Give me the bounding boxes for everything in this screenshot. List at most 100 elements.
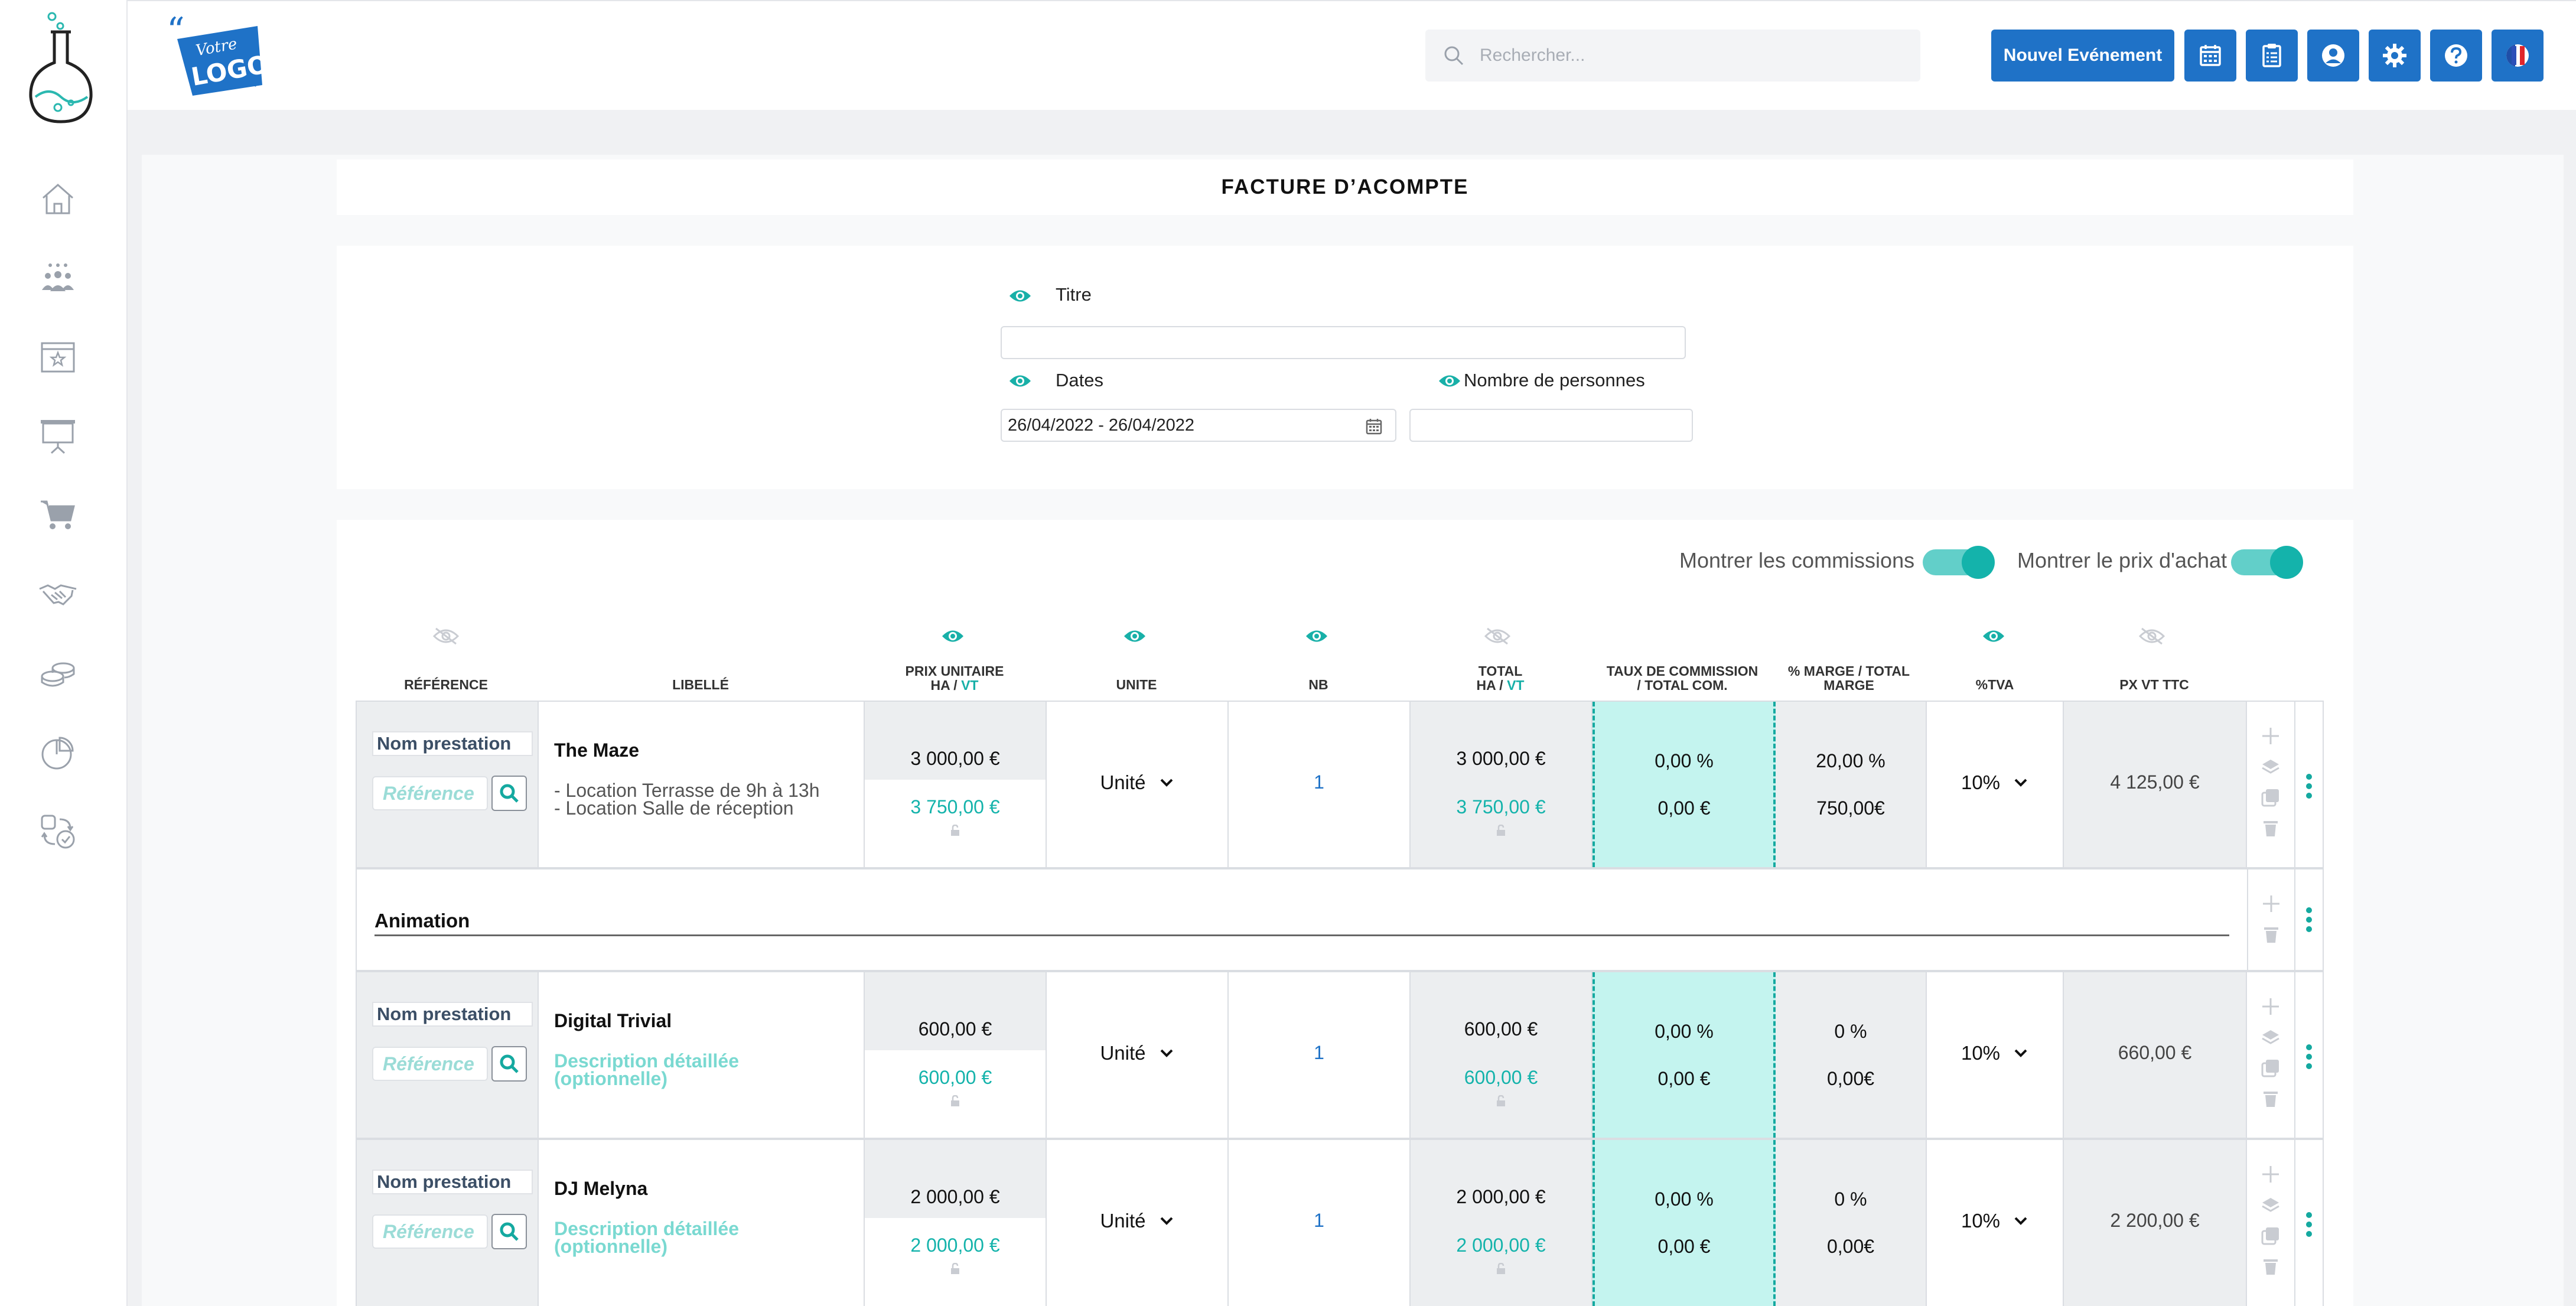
reference-input[interactable]: Référence [372,1047,488,1081]
brand-logo[interactable]: Votre LOGO “ ” [169,15,269,98]
lock-open-icon[interactable] [1495,1263,1507,1275]
eye-off-icon[interactable] [432,626,460,646]
nb-cell[interactable]: 1 [1229,972,1411,1138]
eye-icon[interactable] [1008,287,1032,305]
reference-search-button[interactable] [491,1046,527,1082]
nb-value[interactable]: 1 [1229,1210,1409,1232]
plus-icon[interactable] [2260,1164,2281,1185]
nb-cell[interactable]: 1 [1229,702,1411,867]
purchase-price-toggle[interactable] [2231,546,2303,579]
row-menu-cell[interactable] [2295,702,2324,867]
sidebar-item-finance[interactable] [34,650,82,697]
trash-icon[interactable] [2260,1256,2281,1277]
nb-value[interactable]: 1 [1229,1042,1409,1064]
section-menu-cell[interactable] [2295,869,2324,970]
section-title[interactable]: Animation [374,910,470,932]
nb-value[interactable]: 1 [1229,771,1409,793]
commission-cell[interactable]: 0,00 % 0,00 € [1593,1140,1776,1306]
layers-icon[interactable] [2260,756,2281,777]
sidebar-item-home[interactable] [34,175,82,222]
unite-cell[interactable]: Unité [1047,1140,1229,1306]
prix-unitaire-cell[interactable]: 3 000,00 € 3 750,00 € [865,702,1047,867]
flask-logo-icon[interactable] [22,8,99,126]
sidebar-item-shop[interactable] [34,491,82,539]
nom-prestation-field[interactable]: Nom prestation [372,1170,533,1194]
sidebar-item-team[interactable] [34,254,82,301]
sidebar-item-presentation[interactable] [34,412,82,460]
reference-input[interactable]: Référence [372,776,488,810]
search-bar[interactable] [1425,30,1920,82]
trash-icon[interactable] [2260,1088,2281,1109]
help-button[interactable] [2430,30,2482,82]
prix-unitaire-cell[interactable]: 600,00 € 600,00 € [865,972,1047,1138]
reference-search-button[interactable] [491,776,527,811]
eye-icon[interactable] [1304,627,1329,645]
tva-select[interactable]: 10% [1927,1042,2063,1064]
sidebar-item-partners[interactable] [34,571,82,618]
kebab-menu-icon[interactable] [2306,1212,2313,1240]
personnes-input[interactable] [1409,409,1693,442]
lock-open-icon[interactable] [949,1263,961,1275]
titre-input[interactable] [1001,326,1686,359]
calendar-icon[interactable] [1364,417,1383,436]
unite-cell[interactable]: Unité [1047,702,1229,867]
lock-open-icon[interactable] [949,1095,961,1107]
kebab-menu-icon[interactable] [2306,774,2313,802]
eye-icon[interactable] [1122,627,1147,645]
profile-button[interactable] [2307,30,2359,82]
sidebar-item-stats[interactable] [34,729,82,776]
unite-cell[interactable]: Unité [1047,972,1229,1138]
search-input[interactable] [1480,45,1893,66]
commissions-toggle[interactable] [1923,546,1995,579]
unite-select[interactable]: Unité [1047,1210,1227,1232]
tva-cell[interactable]: 10% [1927,702,2064,867]
layers-icon[interactable] [2260,1194,2281,1216]
sidebar-item-transfers[interactable] [34,808,82,855]
trash-icon[interactable] [2260,818,2281,839]
nom-prestation-field[interactable]: Nom prestation [372,731,533,756]
libelle-cell[interactable]: DJ Melyna Description détaillée (optionn… [539,1140,865,1306]
trash-icon[interactable] [2261,924,2282,945]
new-event-button[interactable]: Nouvel Evénement [1991,30,2174,82]
tasks-button[interactable] [2246,30,2298,82]
language-button[interactable] [2492,30,2544,82]
plus-icon[interactable] [2261,893,2282,914]
libelle-cell[interactable]: Digital Trivial Description détaillée (o… [539,972,865,1138]
dates-input[interactable]: 26/04/2022 - 26/04/2022 [1001,409,1396,442]
row-menu-cell[interactable] [2295,1140,2324,1306]
libelle-cell[interactable]: The Maze - Location Terrasse de 9h à 13h… [539,702,865,867]
duplicate-icon[interactable] [2260,1225,2281,1246]
sidebar-item-events[interactable] [34,333,82,380]
lock-open-icon[interactable] [1495,1095,1507,1107]
tva-cell[interactable]: 10% [1927,1140,2064,1306]
reference-input[interactable]: Référence [372,1214,488,1249]
unite-select[interactable]: Unité [1047,771,1227,794]
kebab-menu-icon[interactable] [2306,907,2313,936]
tva-select[interactable]: 10% [1927,1210,2063,1232]
unite-select[interactable]: Unité [1047,1042,1227,1064]
commission-cell[interactable]: 0,00 % 0,00 € [1593,702,1776,867]
kebab-menu-icon[interactable] [2306,1044,2313,1073]
eye-icon[interactable] [940,627,965,645]
prix-unitaire-cell[interactable]: 2 000,00 € 2 000,00 € [865,1140,1047,1306]
reference-search-button[interactable] [491,1214,527,1249]
tva-cell[interactable]: 10% [1927,972,2064,1138]
calendar-button[interactable] [2184,30,2236,82]
duplicate-icon[interactable] [2260,787,2281,808]
row-menu-cell[interactable] [2295,972,2324,1138]
plus-icon[interactable] [2260,725,2281,747]
settings-button[interactable] [2369,30,2421,82]
lock-open-icon[interactable] [1495,825,1507,836]
layers-icon[interactable] [2260,1027,2281,1048]
eye-off-icon[interactable] [1484,626,1511,646]
lock-open-icon[interactable] [949,825,961,836]
eye-icon[interactable] [1438,372,1461,390]
nom-prestation-field[interactable]: Nom prestation [372,1002,533,1027]
commission-cell[interactable]: 0,00 % 0,00 € [1593,972,1776,1138]
eye-icon[interactable] [1981,627,2006,645]
duplicate-icon[interactable] [2260,1057,2281,1079]
eye-off-icon[interactable] [2138,626,2165,646]
tva-select[interactable]: 10% [1927,771,2063,794]
plus-icon[interactable] [2260,996,2281,1017]
eye-icon[interactable] [1008,372,1032,390]
